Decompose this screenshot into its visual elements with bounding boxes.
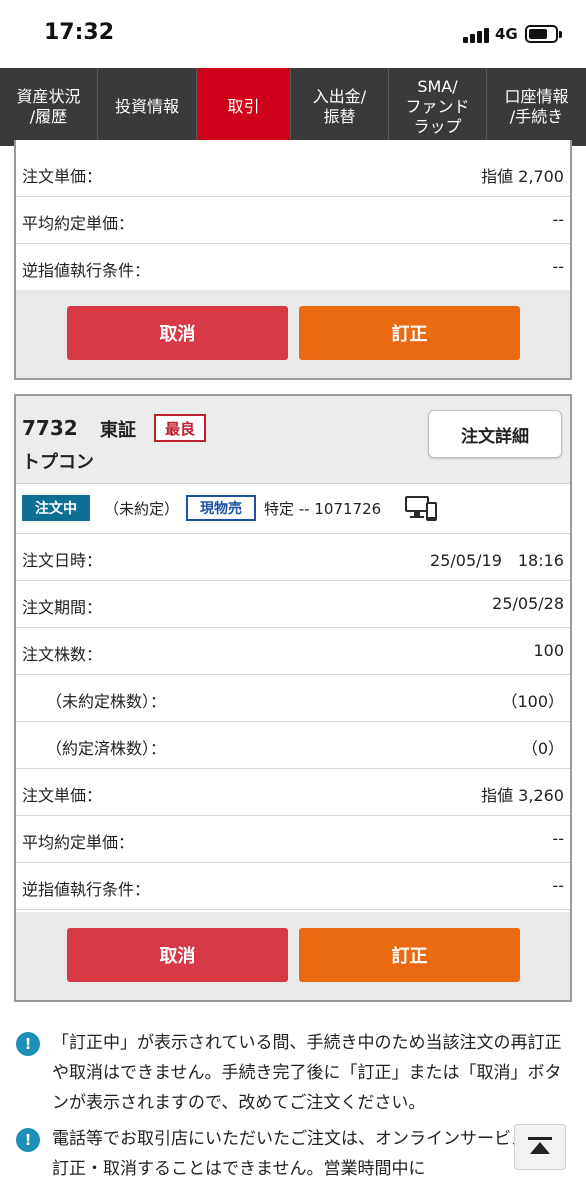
battery-icon — [525, 25, 562, 43]
row-label: 逆指値執行条件： — [22, 880, 151, 899]
row-value: -- — [552, 210, 564, 229]
detail-row: 逆指値執行条件： -- — [16, 244, 570, 291]
exclamation-circle-icon: ! — [16, 1032, 40, 1056]
status-time: 17:32 — [44, 20, 115, 45]
note-text: 電話等でお取引店にいただいたご注文は、オンラインサービスから訂正・取消することは… — [52, 1129, 562, 1179]
row-value: 25/05/28 — [492, 594, 564, 613]
notes-section: ! 「訂正中」が表示されている間、手続き中のため当該注文の再訂正や取消はできませ… — [16, 1028, 568, 1190]
row-label: （未約定株数）： — [46, 692, 167, 711]
network-type: 4G — [495, 25, 518, 43]
order-card: 7732 東証 最良 トプコン 注文詳細 注文中 （未約定） 現物売 特定 --… — [14, 394, 572, 1002]
action-bar: 取消 訂正 — [16, 290, 570, 378]
nav-deposit-transfer[interactable]: 入出金/ 振替 — [291, 68, 389, 146]
cancel-button[interactable]: 取消 — [67, 306, 288, 360]
row-label: 平均約定単価： — [22, 214, 135, 233]
nav-account-procedures[interactable]: 口座情報 /手続き — [487, 68, 586, 146]
detail-row: 平均約定単価： -- — [16, 816, 570, 863]
row-label: （約定済株数）： — [46, 739, 167, 758]
cancel-button[interactable]: 取消 — [67, 928, 288, 982]
row-label: 注文期間： — [22, 598, 103, 617]
execution-status: （未約定） — [104, 500, 180, 518]
account-info: 特定 -- 1071726 — [264, 500, 382, 518]
order-status-badge: 注文中 — [22, 495, 90, 521]
trade-type-badge: 現物売 — [186, 495, 256, 521]
stock-code: 7732 — [22, 416, 78, 440]
nav-assets-history[interactable]: 資産状況 /履歴 — [0, 68, 98, 146]
nav-investment-info[interactable]: 投資情報 — [98, 68, 197, 146]
note-text: 「訂正中」が表示されている間、手続き中のため当該注文の再訂正や取消はできません。… — [52, 1033, 562, 1113]
row-value: -- — [552, 257, 564, 276]
row-label: 注文日時： — [22, 551, 103, 570]
detail-row: （約定済株数）： （0） — [16, 722, 570, 769]
row-label: 注文株数： — [22, 645, 103, 664]
detail-row: 注文単価： 指値 2,700 — [16, 150, 570, 197]
detail-row: 平均約定単価： -- — [16, 197, 570, 244]
row-value: 25/05/19 18:16 — [430, 551, 564, 570]
note-item: ! 「訂正中」が表示されている間、手続き中のため当該注文の再訂正や取消はできませ… — [16, 1028, 568, 1118]
modify-button[interactable]: 訂正 — [299, 306, 520, 360]
order-card-previous: 注文単価： 指値 2,700 平均約定単価： -- 逆指値執行条件： -- 取消… — [14, 140, 572, 380]
order-detail-button[interactable]: 注文詳細 — [428, 410, 562, 458]
modify-button[interactable]: 訂正 — [299, 928, 520, 982]
row-value: （0） — [521, 739, 564, 758]
pc-mobile-icon — [405, 496, 437, 521]
stock-name: トプコン — [22, 452, 94, 473]
row-label: 平均約定単価： — [22, 833, 135, 852]
market-name: 東証 — [100, 420, 136, 441]
row-label: 逆指値執行条件： — [22, 261, 151, 280]
status-bar: 17:32 4G — [0, 0, 586, 68]
order-status-row: 注文中 （未約定） 現物売 特定 -- 1071726 — [16, 484, 570, 534]
detail-row: 注文株数： 100 — [16, 628, 570, 675]
nav-trade[interactable]: 取引 — [197, 68, 291, 146]
row-label: 注文単価： — [22, 167, 103, 186]
detail-row: 注文単価： 指値 3,260 — [16, 769, 570, 816]
detail-row: （未約定株数）： （100） — [16, 675, 570, 722]
action-bar: 取消 訂正 — [16, 912, 570, 1000]
order-header: 7732 東証 最良 トプコン 注文詳細 — [16, 396, 570, 484]
best-price-badge: 最良 — [154, 414, 206, 442]
exclamation-circle-icon: ! — [16, 1128, 40, 1152]
row-value: 指値 3,260 — [481, 786, 564, 805]
row-label: 注文単価： — [22, 786, 103, 805]
row-value: 指値 2,700 — [481, 167, 564, 186]
detail-row: 逆指値執行条件： -- — [16, 863, 570, 910]
main-nav: 資産状況 /履歴 投資情報 取引 入出金/ 振替 SMA/ ファンド ラップ 口… — [0, 68, 586, 146]
row-value: -- — [552, 876, 564, 895]
signal-icon — [463, 27, 493, 43]
note-item: ! 電話等でお取引店にいただいたご注文は、オンラインサービスから訂正・取消するこ… — [16, 1124, 568, 1184]
detail-row: 注文期間： 25/05/28 — [16, 581, 570, 628]
detail-row: 注文日時： 25/05/19 18:16 — [16, 534, 570, 581]
scroll-to-top-button[interactable] — [514, 1124, 566, 1170]
nav-sma-fundwrap[interactable]: SMA/ ファンド ラップ — [389, 68, 487, 146]
row-value: （100） — [501, 692, 564, 711]
row-value: 100 — [533, 641, 564, 660]
row-value: -- — [552, 829, 564, 848]
scroll-to-top-icon — [528, 1137, 552, 1154]
